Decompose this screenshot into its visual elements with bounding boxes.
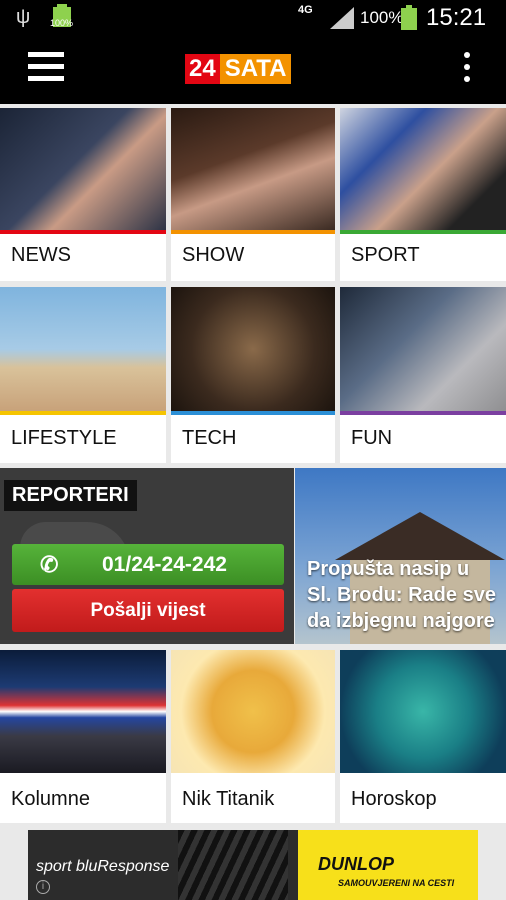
featured-headline: Propušta nasip u Sl. Brodu: Rade sve da …	[307, 558, 496, 632]
call-reporter-button[interactable]: ✆ 01/24-24-242	[12, 544, 284, 585]
ad-banner[interactable]: sport bluResponse DUNLOP SAMOUVJERENI NA…	[28, 830, 478, 900]
status-bar: ψ 100% 4G 100% 15:21	[0, 0, 506, 36]
tile-label: Horoskop	[351, 788, 437, 810]
ad-advertiser: DUNLOP	[318, 854, 394, 874]
news-image	[0, 108, 166, 230]
tile-horoskop[interactable]: Horoskop	[340, 650, 506, 823]
logo-text: SATA	[219, 54, 292, 84]
network-type: 4G	[298, 4, 313, 16]
battery-small-label: 100%	[50, 18, 74, 28]
tech-image	[171, 287, 335, 411]
tile-kolumne[interactable]: Kolumne	[0, 650, 166, 823]
ad-info-icon[interactable]: i	[36, 880, 50, 894]
lifestyle-color-bar	[0, 411, 166, 415]
tech-color-bar	[171, 411, 335, 415]
logo[interactable]: 24 SATA	[185, 54, 292, 84]
tile-label: TECH	[182, 427, 237, 449]
fun-image	[340, 287, 506, 411]
app-bar: 24 SATA	[0, 36, 506, 104]
battery-small-icon: 100%	[50, 4, 76, 28]
show-image	[171, 108, 335, 230]
featured-news[interactable]: Propušta nasip u Sl. Brodu: Rade sve da …	[295, 468, 506, 644]
phone-number: 01/24-24-242	[102, 553, 227, 576]
signal-icon	[330, 7, 354, 29]
battery-percent: 100%	[360, 8, 404, 27]
fun-color-bar	[340, 411, 506, 415]
tile-tech[interactable]: TECH	[171, 287, 335, 463]
house-roof	[335, 512, 505, 560]
send-news-button[interactable]: Pošalji vijest	[12, 589, 284, 632]
nik-titanik-image	[171, 650, 335, 773]
ad-slogan: SAMOUVJERENI NA CESTI	[338, 878, 455, 888]
news-color-bar	[0, 230, 166, 234]
tile-label: NEWS	[11, 244, 71, 266]
tile-fun[interactable]: FUN	[340, 287, 506, 463]
horoskop-image	[340, 650, 506, 773]
lifestyle-image	[0, 287, 166, 411]
logo-number: 24	[185, 54, 220, 84]
sport-color-bar	[340, 230, 506, 234]
tire-graphic	[178, 830, 288, 900]
tile-show[interactable]: SHOW	[171, 108, 335, 281]
reporter-title: REPORTERI	[4, 480, 137, 511]
battery-icon	[401, 5, 417, 30]
tile-label: SHOW	[182, 244, 245, 266]
clock: 15:21	[426, 4, 487, 31]
usb-icon: ψ	[16, 6, 31, 28]
tile-news[interactable]: NEWS	[0, 108, 166, 281]
tile-nik-titanik[interactable]: Nik Titanik	[171, 650, 335, 823]
kolumne-image	[0, 650, 166, 773]
more-options-icon[interactable]	[460, 52, 474, 88]
tile-sport[interactable]: SPORT	[340, 108, 506, 281]
tile-label: Nik Titanik	[182, 788, 275, 810]
ad-product-name: sport bluResponse	[36, 858, 170, 875]
tile-label: LIFESTYLE	[11, 427, 117, 449]
tile-lifestyle[interactable]: LIFESTYLE	[0, 287, 166, 463]
menu-icon[interactable]	[28, 52, 68, 88]
tile-label: SPORT	[351, 244, 420, 266]
phone-icon: ✆	[40, 552, 59, 577]
tile-label: Kolumne	[11, 788, 90, 810]
show-color-bar	[171, 230, 335, 234]
tile-label: FUN	[351, 427, 393, 449]
sport-image	[340, 108, 506, 230]
